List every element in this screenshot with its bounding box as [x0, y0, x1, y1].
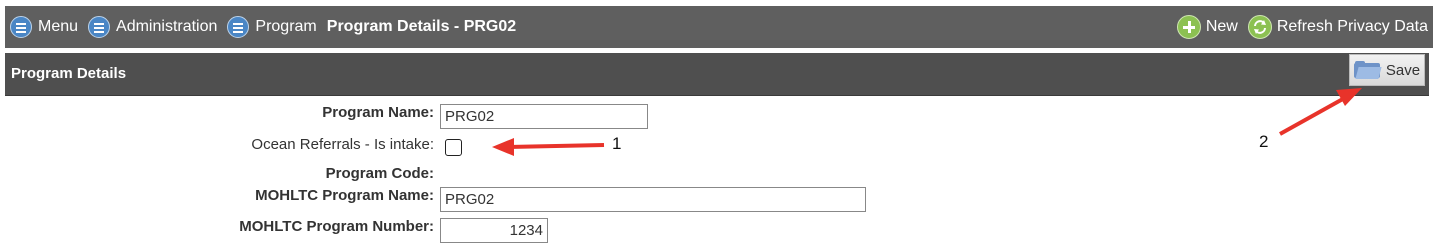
annotation-arrow-2	[1279, 93, 1351, 136]
annotation-arrow-2-head	[1336, 88, 1362, 106]
annotation-arrows	[492, 88, 1362, 156]
annotation-number-1: 1	[612, 134, 622, 153]
annotation-arrow-1	[507, 143, 605, 149]
annotation-number-2: 2	[1259, 132, 1269, 151]
annotation-arrow-1-head	[492, 138, 514, 156]
